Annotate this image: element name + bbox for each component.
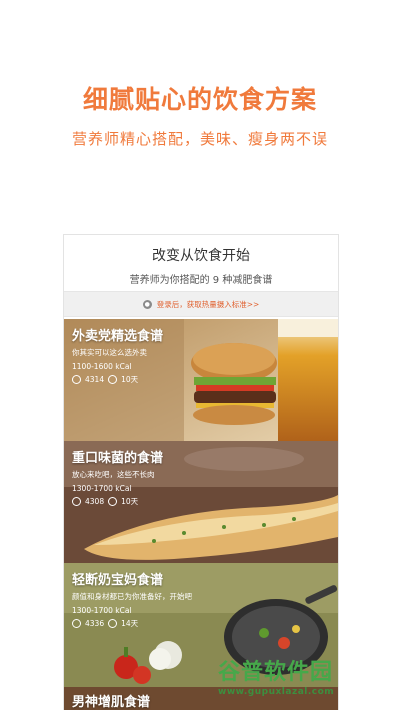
plan-tagline: 颜值和身材都已为你准备好，开始吧 (72, 592, 192, 601)
plan-count: 4336 (85, 619, 105, 628)
people-icon (72, 497, 81, 506)
watermark-name: 谷普软件园 (218, 660, 334, 685)
plan-meta: 4314 10天 (72, 374, 163, 385)
watermark-url: www.gupuxlazal.com (218, 687, 335, 697)
plan-tagline: 放心来吃吧，这些不长肉 (72, 470, 155, 479)
feature-subline: 营养师精心搭配，美味、瘦身两不误 (71, 130, 328, 148)
people-icon (72, 619, 81, 628)
plan-count: 4314 (85, 375, 105, 384)
plan-info: 外卖党精选食谱 你其实可以这么选外卖 1100-1600 kCal 4314 1… (72, 325, 163, 385)
plan-calories: 1300-1700 kCal (72, 606, 132, 615)
plan-count: 4308 (85, 497, 105, 506)
plan-info: 男神增肌食谱 (72, 691, 150, 710)
card-title: 改变从饮食开始 (152, 248, 250, 264)
clock-icon (108, 497, 118, 506)
plan-name: 男神增肌食谱 (72, 695, 151, 710)
plan-duration: 10天 (121, 497, 139, 506)
feature-headline: 细腻贴心的饮食方案 (82, 85, 317, 114)
login-prompt-bar[interactable]: ● 登录后，获取热量摄入标准>> (64, 291, 338, 317)
plan-calories: 1300-1700 kCal (72, 484, 132, 493)
plan-duration: 10天 (121, 375, 139, 384)
plan-duration: 14天 (121, 619, 139, 628)
plan-card-heavy-flavor[interactable]: 重口味菌的食谱 放心来吃吧，这些不长肉 1300-1700 kCal 4308 … (64, 441, 338, 563)
plan-info: 轻断奶宝妈食谱 颜值和身材都已为你准备好，开始吧 1300-1700 kCal … (72, 569, 192, 629)
user-icon: ● (142, 299, 152, 309)
app-preview: 改变从饮食开始 营养师为你搭配的 9 种减肥食谱 ● 登录后，获取热量摄入标准>… (63, 234, 339, 710)
plan-name: 轻断奶宝妈食谱 (72, 573, 164, 588)
card-subtitle: 营养师为你搭配的 9 种减肥食谱 (129, 275, 273, 286)
clock-icon (108, 619, 118, 628)
people-icon (72, 375, 81, 384)
login-prompt-text: 登录后，获取热量摄入标准>> (156, 299, 260, 309)
plan-meta: 4308 10天 (72, 496, 163, 507)
clock-icon (108, 375, 118, 384)
plan-tagline: 你其实可以这么选外卖 (72, 348, 147, 357)
card-header: 改变从饮食开始 营养师为你搭配的 9 种减肥食谱 (64, 235, 338, 291)
plan-calories: 1100-1600 kCal (72, 362, 132, 371)
plan-meta: 4336 14天 (72, 618, 192, 629)
plan-name: 外卖党精选食谱 (72, 329, 164, 344)
plan-name: 重口味菌的食谱 (72, 451, 164, 466)
plan-info: 重口味菌的食谱 放心来吃吧，这些不长肉 1300-1700 kCal 4308 … (72, 447, 163, 507)
site-watermark: 谷普软件园 www.gupuxlazal.com (218, 654, 400, 709)
plan-card-takeout[interactable]: 外卖党精选食谱 你其实可以这么选外卖 1100-1600 kCal 4314 1… (64, 319, 338, 441)
